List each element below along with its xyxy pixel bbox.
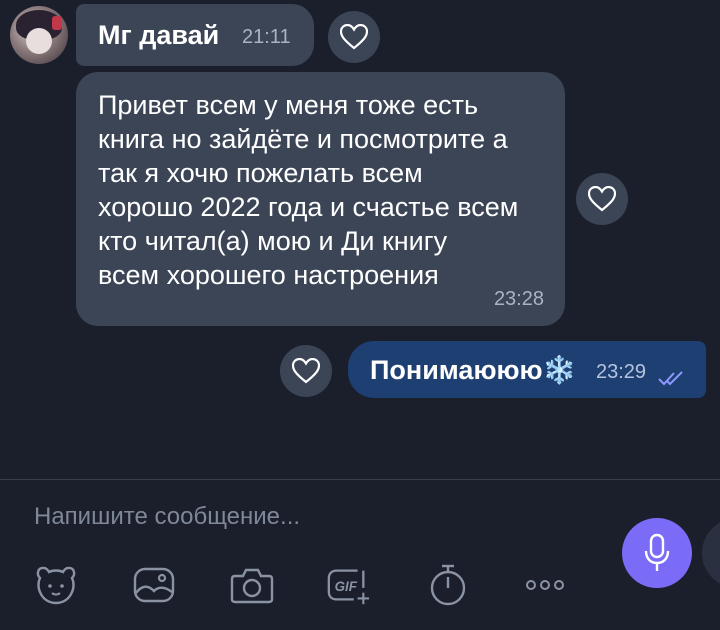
chat-screen: Мг давай 21:11 Привет всем у меня тоже е… — [0, 0, 720, 630]
microphone-icon — [644, 533, 670, 571]
message-time: 23:29 — [596, 361, 647, 383]
sticker-button[interactable] — [33, 562, 79, 608]
message-text: Понимаююю❄️ — [370, 355, 577, 385]
gif-button[interactable]: GIF — [325, 562, 371, 608]
heart-icon — [588, 186, 616, 212]
gif-icon: GIF — [327, 569, 370, 605]
avatar[interactable] — [10, 6, 68, 64]
camera-icon — [230, 568, 274, 604]
message-line: хорошо 2022 года и счастье всем — [98, 192, 519, 222]
message-time: 23:28 — [493, 288, 544, 310]
more-icon — [526, 580, 564, 590]
heart-icon — [340, 24, 368, 50]
message-time: 21:11 — [242, 26, 291, 48]
gallery-icon — [133, 567, 175, 603]
timer-icon — [430, 564, 466, 606]
svg-text:GIF: GIF — [335, 579, 358, 594]
message-input[interactable]: Напишите сообщение... — [34, 503, 300, 531]
voice-message-button[interactable] — [622, 518, 692, 588]
message-line: всем хорошего настроения — [98, 260, 439, 290]
message-line: книга но зайдёте и посмотрите а — [98, 124, 508, 154]
double-check-icon — [658, 361, 684, 395]
composer-divider — [0, 479, 720, 480]
message-text: Привет всем у меня тоже есть книга но за… — [98, 88, 558, 292]
like-heart-button[interactable] — [328, 11, 380, 63]
heart-icon — [292, 358, 320, 384]
message-line: Привет всем у меня тоже есть — [98, 90, 479, 120]
gallery-button[interactable] — [131, 562, 177, 608]
more-options-button[interactable] — [522, 562, 568, 608]
message-line: кто читал(а) мою и Ди книгу — [98, 226, 448, 256]
message-bubble-incoming[interactable]: Мг давай 21:11 — [76, 4, 314, 66]
side-panel-edge — [702, 518, 720, 588]
like-heart-button[interactable] — [280, 345, 332, 397]
message-bubble-incoming[interactable]: Привет всем у меня тоже есть книга но за… — [76, 72, 565, 326]
like-heart-button[interactable] — [576, 173, 628, 225]
message-bubble-outgoing[interactable]: Понимаююю❄️ 23:29 — [348, 341, 706, 398]
sticker-icon — [36, 566, 76, 605]
message-line: так я хочю пожелать всем — [98, 158, 423, 188]
timer-button[interactable] — [425, 562, 471, 608]
camera-button[interactable] — [229, 562, 275, 608]
message-text: Мг давай — [98, 20, 220, 50]
